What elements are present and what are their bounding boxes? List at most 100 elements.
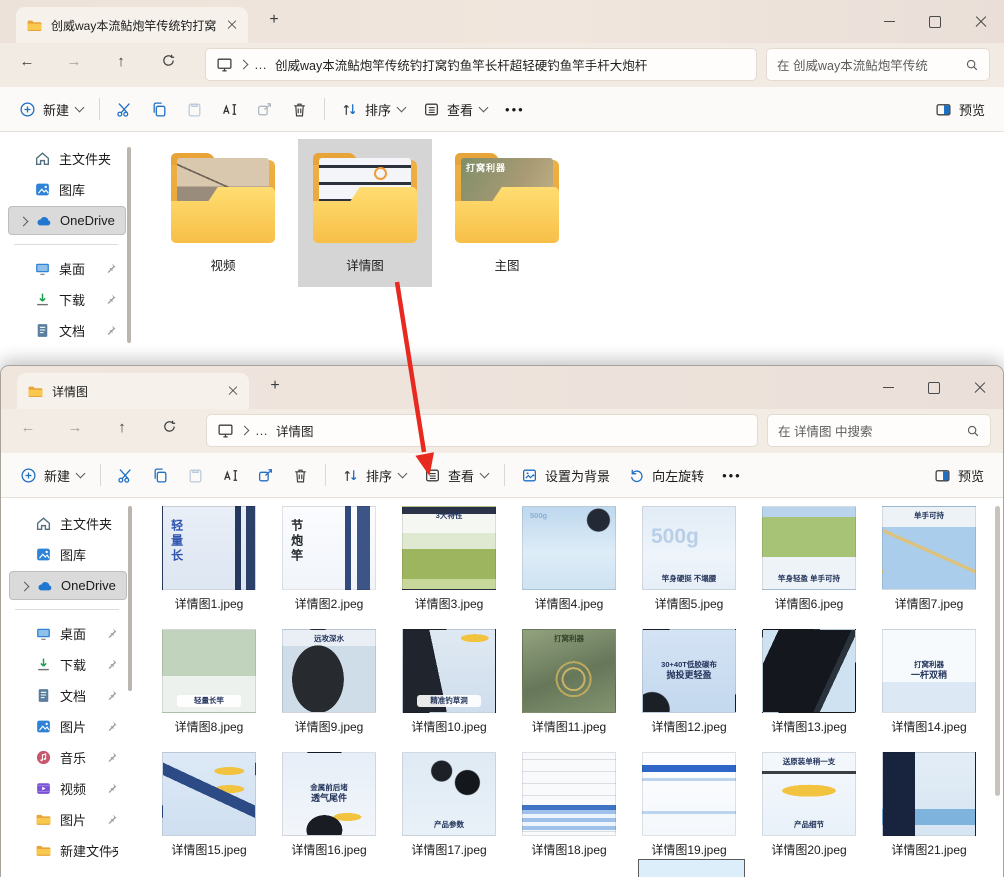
file-tile[interactable]: 产品参数 详情图17.jpeg <box>389 752 509 874</box>
search-box[interactable]: 在 创威way本流鲇炮竿传统 <box>766 48 990 81</box>
sidebar-scrollbar[interactable] <box>128 506 132 691</box>
breadcrumb-overflow[interactable]: … <box>255 423 269 438</box>
file-name: 详情图8.jpeg <box>174 720 244 734</box>
sidebar-item-desktop-icon[interactable]: 桌面 <box>9 619 127 648</box>
view-button[interactable]: 查看 <box>415 458 497 492</box>
rotate-left-button[interactable]: 向左旋转 <box>619 458 713 492</box>
file-tile[interactable]: 打窝利器 详情图11.jpeg <box>509 629 629 751</box>
back-button[interactable]: ← <box>15 419 41 436</box>
preview-toggle[interactable]: 预览 <box>926 93 994 127</box>
more-button[interactable]: ••• <box>496 92 534 126</box>
sort-button[interactable]: 排序 <box>332 92 414 126</box>
minimize-button[interactable] <box>866 0 912 43</box>
preview-toggle[interactable]: 预览 <box>925 459 993 493</box>
address-bar[interactable]: … 详情图 <box>206 414 758 447</box>
sidebar-divider <box>15 609 119 610</box>
maximize-button[interactable] <box>911 366 957 409</box>
refresh-button[interactable] <box>155 53 181 72</box>
sidebar-item-download-icon[interactable]: 下载 <box>9 650 127 679</box>
up-button[interactable]: ↑ <box>109 419 135 436</box>
file-tile[interactable]: 送原装单稍一支 产品细节 详情图20.jpeg <box>749 752 869 874</box>
set-background-button[interactable]: 设置为背景 <box>512 458 619 492</box>
set-background-icon <box>523 469 537 481</box>
file-tile[interactable]: 详情图15.jpeg <box>149 752 269 874</box>
delete-button[interactable] <box>283 458 318 492</box>
file-tile[interactable]: 3大特性 详情图3.jpeg <box>389 506 509 628</box>
sidebar-item-document-icon[interactable]: 文档 <box>9 681 127 710</box>
copy-button[interactable] <box>143 458 178 492</box>
back-button[interactable]: ← <box>14 53 40 70</box>
top-active-tab[interactable]: 创威way本流鲇炮竿传统钓打窝 <box>16 7 248 43</box>
cut-button[interactable] <box>107 92 142 126</box>
chevron-right-icon[interactable] <box>18 216 29 227</box>
refresh-button[interactable] <box>156 419 182 438</box>
sidebar-item-gallery-icon[interactable]: 图库 <box>9 540 127 569</box>
new-tab-button[interactable]: + <box>263 378 287 394</box>
copy-button[interactable] <box>142 92 177 126</box>
sidebar-item-document-icon[interactable]: 文档 <box>8 316 126 345</box>
file-tile[interactable]: 金属前后堵 透气尾件 详情图16.jpeg <box>269 752 389 874</box>
sidebar-scrollbar[interactable] <box>127 147 131 343</box>
sidebar-item-gallery-icon[interactable]: 图库 <box>8 175 126 204</box>
view-button[interactable]: 查看 <box>414 92 496 126</box>
close-button[interactable] <box>957 366 1003 409</box>
bottom-active-tab[interactable]: 详情图 <box>17 373 249 409</box>
address-bar[interactable]: … 创威way本流鲇炮竿传统钓打窝钓鱼竿长杆超轻硬钓鱼竿手杆大炮杆 <box>205 48 757 81</box>
rename-button[interactable] <box>213 458 248 492</box>
sort-button[interactable]: 排序 <box>333 458 415 492</box>
sidebar-item-music-icon[interactable]: 音乐 <box>9 743 127 772</box>
file-tile[interactable]: 精准钓草洞 详情图10.jpeg <box>389 629 509 751</box>
forward-button[interactable]: → <box>61 53 87 70</box>
paste-button[interactable] <box>178 458 213 492</box>
chevron-right-icon[interactable] <box>19 581 30 592</box>
folder-tile[interactable]: 详情图 <box>298 139 432 287</box>
sidebar-item-pictures-icon[interactable]: 图片 <box>9 712 127 741</box>
cut-button[interactable] <box>108 458 143 492</box>
delete-button[interactable] <box>282 92 317 126</box>
tab-close-icon[interactable] <box>227 20 237 30</box>
sidebar-item-home-icon[interactable]: 主文件夹 <box>8 144 126 173</box>
sidebar-item-onedrive-icon[interactable]: OneDrive <box>8 206 126 235</box>
sidebar-item-folder-icon[interactable]: 新建文件夹 <box>9 836 127 865</box>
breadcrumb-chevron-icon <box>239 425 250 436</box>
new-tab-button[interactable]: + <box>262 12 286 28</box>
sidebar-item-folder-icon[interactable]: 图片 <box>9 805 127 834</box>
share-button[interactable] <box>247 92 282 126</box>
file-tile[interactable]: 竿身轻盈 单手可持 详情图6.jpeg <box>749 506 869 628</box>
file-tile[interactable]: 500g 竿身硬挺 不塌腰 详情图5.jpeg <box>629 506 749 628</box>
share-button[interactable] <box>248 458 283 492</box>
file-tile[interactable]: 轻量长竿 详情图8.jpeg <box>149 629 269 751</box>
file-tile[interactable]: 轻量长 详情图1.jpeg <box>149 506 269 628</box>
new-button[interactable]: 新建 <box>10 92 92 126</box>
file-tile[interactable]: 30+40T低胶碳布 抛投更轻盈 详情图12.jpeg <box>629 629 749 751</box>
paste-button[interactable] <box>177 92 212 126</box>
file-tile[interactable]: 详情图18.jpeg <box>509 752 629 874</box>
close-button[interactable] <box>958 0 1004 43</box>
file-tile[interactable]: 详情图13.jpeg <box>749 629 869 751</box>
sidebar-item-onedrive-icon[interactable]: OneDrive <box>9 571 127 600</box>
sidebar-item-download-icon[interactable]: 下载 <box>8 285 126 314</box>
breadcrumb-overflow[interactable]: … <box>254 57 268 72</box>
rename-button[interactable] <box>212 92 247 126</box>
forward-button[interactable]: → <box>62 419 88 436</box>
content-scrollbar[interactable] <box>995 506 1000 796</box>
search-box[interactable]: 在 详情图 中搜索 <box>767 414 991 447</box>
file-tile[interactable]: 详情图19.jpeg <box>629 752 749 874</box>
file-tile[interactable]: 节炮竿 详情图2.jpeg <box>269 506 389 628</box>
more-button[interactable]: ••• <box>713 458 751 492</box>
sidebar-item-video-icon[interactable]: 视频 <box>9 774 127 803</box>
sidebar-item-home-icon[interactable]: 主文件夹 <box>9 509 127 538</box>
tab-close-icon[interactable] <box>228 386 238 396</box>
folder-tile[interactable]: 打窝利器 主图 <box>440 139 574 287</box>
file-tile[interactable]: 打窝利器 一杆双稍 详情图14.jpeg <box>869 629 989 751</box>
minimize-button[interactable] <box>865 366 911 409</box>
file-tile[interactable]: 单手可持 详情图7.jpeg <box>869 506 989 628</box>
file-tile[interactable]: 详情图21.jpeg <box>869 752 989 874</box>
file-tile[interactable]: 远攻深水 详情图9.jpeg <box>269 629 389 751</box>
folder-tile[interactable]: 视频 <box>156 139 290 287</box>
new-button[interactable]: 新建 <box>11 458 93 492</box>
file-tile[interactable]: 500g 详情图4.jpeg <box>509 506 629 628</box>
sidebar-item-desktop-icon[interactable]: 桌面 <box>8 254 126 283</box>
up-button[interactable]: ↑ <box>108 53 134 70</box>
maximize-button[interactable] <box>912 0 958 43</box>
